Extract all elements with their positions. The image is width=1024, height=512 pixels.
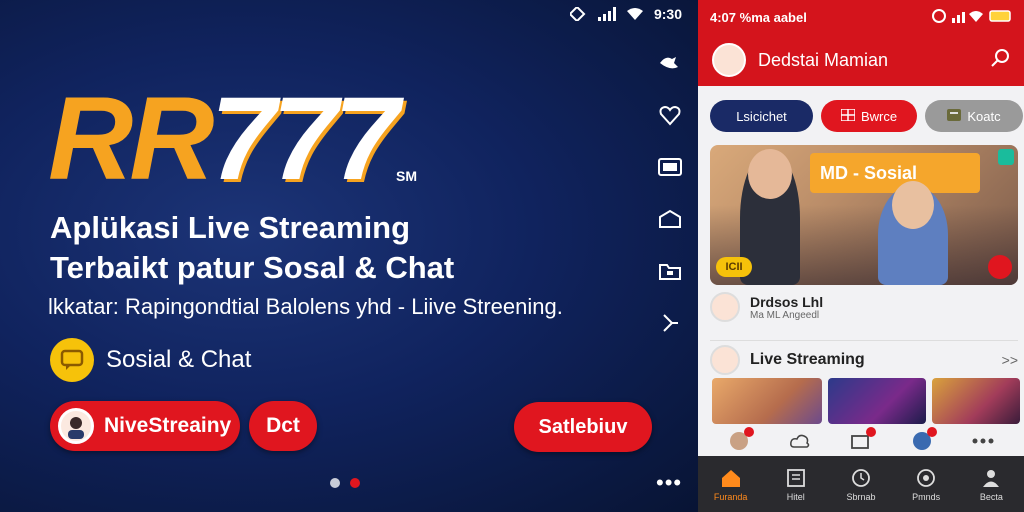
live-streaming-row[interactable]: Live Streaming >> bbox=[710, 340, 1018, 375]
phone-status-bar: 4:07 %ma aabel bbox=[698, 0, 1024, 34]
stream-thumbnails bbox=[712, 378, 1020, 424]
dot-button[interactable]: Dct bbox=[249, 401, 317, 451]
logo-sevens: 777 bbox=[210, 73, 399, 205]
chat-icon bbox=[50, 338, 94, 382]
phone-header: Dedstai Mamian bbox=[698, 34, 1024, 86]
cloud-icon[interactable] bbox=[787, 430, 813, 452]
nav-profile[interactable]: Becta bbox=[961, 467, 1021, 502]
heart-icon[interactable] bbox=[657, 102, 683, 128]
bottom-nav: Furanda Hitel Sbrnab Pmnds Becta bbox=[698, 456, 1024, 512]
streamer-avatar bbox=[710, 292, 740, 322]
chip-browse[interactable]: Bwrce bbox=[821, 100, 917, 132]
video-icon[interactable] bbox=[657, 154, 683, 180]
start-button[interactable]: Satlebiuv bbox=[514, 402, 652, 452]
streamer-row[interactable]: Drdsos Lhl Ma ML Angeedl bbox=[710, 292, 1018, 322]
section-title: Live Streaming bbox=[750, 351, 865, 368]
forward-icon[interactable] bbox=[657, 310, 683, 336]
card-icon bbox=[947, 108, 962, 124]
live-streaming-label: NiveStreainy bbox=[104, 414, 232, 437]
logo-tag: SM bbox=[396, 168, 417, 184]
nav-label: Becta bbox=[979, 491, 1003, 502]
clock-icon bbox=[850, 467, 872, 489]
badge-label: Sosial & Chat bbox=[106, 346, 252, 373]
nav-home[interactable]: Furanda bbox=[701, 467, 761, 502]
phone-header-title: Dedstai Mamian bbox=[758, 49, 889, 70]
promo-panel: 9:30 RR777 SM Aplükasi Live Streaming Te… bbox=[0, 0, 698, 512]
stream-thumbnail[interactable] bbox=[932, 378, 1020, 424]
nav-label: Furanda bbox=[713, 491, 748, 502]
streamer-head bbox=[748, 149, 792, 199]
live-streaming-button[interactable]: NiveStreainy bbox=[50, 401, 240, 451]
chevron-right-icon[interactable]: >> bbox=[1002, 352, 1018, 368]
hero-tag: ICII bbox=[716, 257, 752, 277]
chip-label: Koatc bbox=[967, 108, 1001, 124]
phone-preview: 4:07 %ma aabel Dedstai Mamian Lsicichet … bbox=[698, 0, 1024, 512]
nav-friends[interactable]: Pmnds bbox=[896, 467, 956, 502]
nav-label: Pmnds bbox=[912, 491, 941, 502]
grid-icon bbox=[840, 107, 856, 124]
more-options-icon[interactable]: ••• bbox=[656, 470, 682, 496]
phone-status-icons bbox=[932, 8, 1012, 26]
signal-icon bbox=[597, 7, 616, 21]
side-rail bbox=[650, 50, 690, 336]
avatar bbox=[58, 408, 94, 444]
share-icon[interactable] bbox=[657, 50, 683, 76]
phone-status-left: 4:07 %ma aabel bbox=[710, 9, 807, 25]
folder-icon[interactable] bbox=[657, 258, 683, 284]
more-icon[interactable] bbox=[970, 430, 996, 452]
home-icon bbox=[720, 467, 742, 489]
streamer-sub: Ma ML Angeedl bbox=[750, 309, 820, 321]
message-icon[interactable] bbox=[848, 427, 876, 452]
status-bar: 9:30 bbox=[568, 5, 682, 23]
silent-icon bbox=[568, 5, 588, 23]
headline: Aplükasi Live Streaming Terbaikt patur S… bbox=[50, 208, 454, 288]
carousel-dot-active[interactable] bbox=[350, 478, 360, 488]
carousel-dot[interactable] bbox=[330, 478, 340, 488]
logo-rr: RR bbox=[48, 73, 214, 205]
location-icon bbox=[915, 467, 937, 489]
social-chat-badge: Sosial & Chat bbox=[50, 338, 251, 382]
profile-avatar[interactable] bbox=[712, 43, 746, 77]
hero-action-icon[interactable] bbox=[988, 255, 1012, 279]
stream-thumbnail[interactable] bbox=[712, 378, 822, 424]
nav-label: Sbrnab bbox=[846, 491, 876, 502]
profile-quick-icon[interactable] bbox=[726, 427, 754, 452]
streamer-name: Drdsos Lhl bbox=[750, 293, 824, 310]
search-icon[interactable] bbox=[990, 48, 1010, 73]
filter-chips: Lsicichet Bwrce Koatc bbox=[710, 100, 1023, 132]
chip-contact[interactable]: Koatc bbox=[925, 100, 1023, 132]
headline-line-2: Terbaikt patur Sosal & Chat bbox=[50, 250, 455, 285]
hero-corner-icon bbox=[998, 149, 1014, 165]
nav-label: Hitel bbox=[786, 491, 805, 502]
hero-banner: MD - Sosial bbox=[810, 153, 980, 193]
status-time: 9:30 bbox=[653, 6, 682, 22]
gift-icon[interactable] bbox=[657, 206, 683, 232]
section-avatar bbox=[710, 345, 740, 375]
user-icon bbox=[980, 467, 1002, 489]
headline-line-1: Aplükasi Live Streaming bbox=[50, 210, 411, 245]
featured-stream-card[interactable]: MD - Sosial ICII bbox=[710, 145, 1018, 285]
quick-actions bbox=[698, 427, 1024, 454]
app-logo: RR777 bbox=[48, 80, 399, 198]
news-icon bbox=[785, 467, 807, 489]
wifi-icon bbox=[626, 7, 644, 21]
streamer-info: Drdsos Lhl Ma ML Angeedl bbox=[750, 294, 823, 321]
stream-thumbnail[interactable] bbox=[828, 378, 926, 424]
chip-live-chat[interactable]: Lsicichet bbox=[710, 100, 813, 132]
live-quick-icon[interactable] bbox=[909, 427, 938, 452]
start-button-label: Satlebiuv bbox=[538, 415, 628, 438]
chip-label: Bwrce bbox=[860, 108, 898, 124]
viewer-head bbox=[892, 181, 934, 229]
carousel-dots bbox=[330, 478, 360, 488]
nav-search[interactable]: Sbrnab bbox=[831, 467, 891, 502]
nav-hotel[interactable]: Hitel bbox=[766, 467, 826, 502]
chip-label: Lsicichet bbox=[736, 108, 787, 124]
subline: lkkatar: Rapingondtial Balolens yhd - Li… bbox=[48, 294, 563, 319]
dot-button-label: Dct bbox=[266, 414, 300, 437]
